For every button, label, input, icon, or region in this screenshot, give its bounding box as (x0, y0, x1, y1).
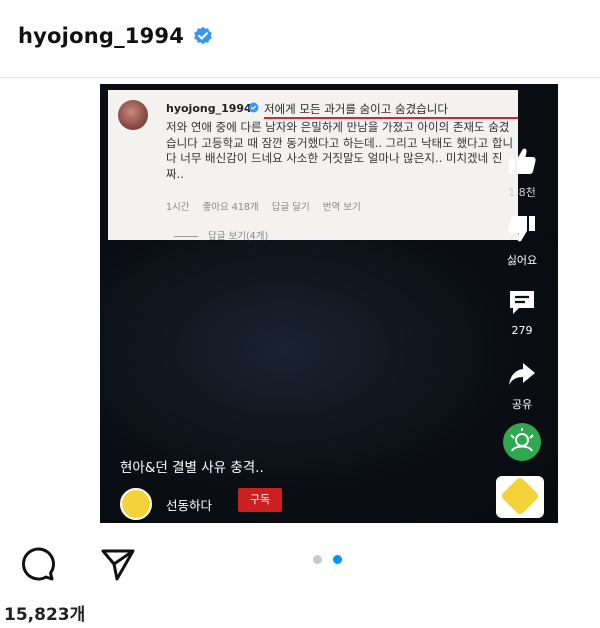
verified-badge-icon (194, 26, 212, 45)
comment-reply-link: 답글 달기 (271, 202, 310, 213)
comment-highlight-text: 저에게 모든 과거를 숨이고 숨겼습니다 (264, 102, 448, 116)
verified-badge-icon (248, 102, 259, 113)
header-divider (0, 77, 600, 78)
comment-bubble-icon (510, 291, 534, 314)
comment-body: 저와 연애 중에 다른 남자와 은밀하게 만남을 가졌고 아이의 존재도 숨겼습… (166, 120, 514, 181)
comment-time: 1시간 (166, 202, 190, 213)
remix-icon (503, 423, 541, 461)
subscribe-button: 구독 (238, 488, 282, 512)
sound-thumbnail (496, 476, 544, 518)
comment-count: 279 (511, 324, 533, 337)
comment-card: hyojong_1994 저에게 모든 과거를 숨이고 숨겼습니다 저와 연애 … (108, 90, 518, 242)
thumbs-up-icon (509, 148, 536, 174)
post-image[interactable]: hyojong_1994 저에게 모든 과거를 숨이고 숨겼습니다 저와 연애 … (100, 84, 558, 523)
comment-meta: 1시간 좋아요 418개 답글 달기 번역 보기 (166, 199, 371, 213)
thumbs-down-icon (508, 216, 535, 242)
share-arrow-icon (509, 363, 535, 385)
dislike-label: 싫어요 (506, 254, 538, 267)
like-count: 1.8천 (508, 186, 536, 199)
post-actions (0, 540, 600, 590)
post-header: hyojong_1994 (0, 0, 600, 72)
remix-action (486, 422, 558, 466)
video-caption: 현아&던 결별 사유 충격.. (120, 460, 264, 476)
carousel-dot-active (333, 555, 342, 564)
comment-username: hyojong_1994 (166, 102, 252, 115)
channel-name: 선동하다 (166, 498, 213, 513)
view-replies: 답글 보기(4개) (174, 228, 268, 242)
post-author-username[interactable]: hyojong_1994 (18, 24, 184, 48)
comment-icon[interactable] (20, 546, 56, 582)
like-count-total[interactable]: 15,823개 (4, 600, 85, 625)
comment-avatar (118, 100, 148, 130)
channel-avatar (120, 488, 152, 520)
comment-translate-link: 번역 보기 (322, 202, 361, 213)
like-action: 1.8천 (486, 146, 558, 200)
send-icon[interactable] (100, 546, 136, 582)
comment-action: 279 (486, 288, 558, 337)
action-rail: 1.8천 싫어요 279 공유 (486, 84, 558, 523)
share-label: 공유 (511, 398, 533, 411)
dislike-action: 싫어요 (486, 214, 558, 268)
comment-likes: 좋아요 418개 (202, 202, 259, 213)
share-action: 공유 (486, 360, 558, 412)
carousel-dot-inactive (313, 555, 322, 564)
red-underline (264, 117, 518, 119)
